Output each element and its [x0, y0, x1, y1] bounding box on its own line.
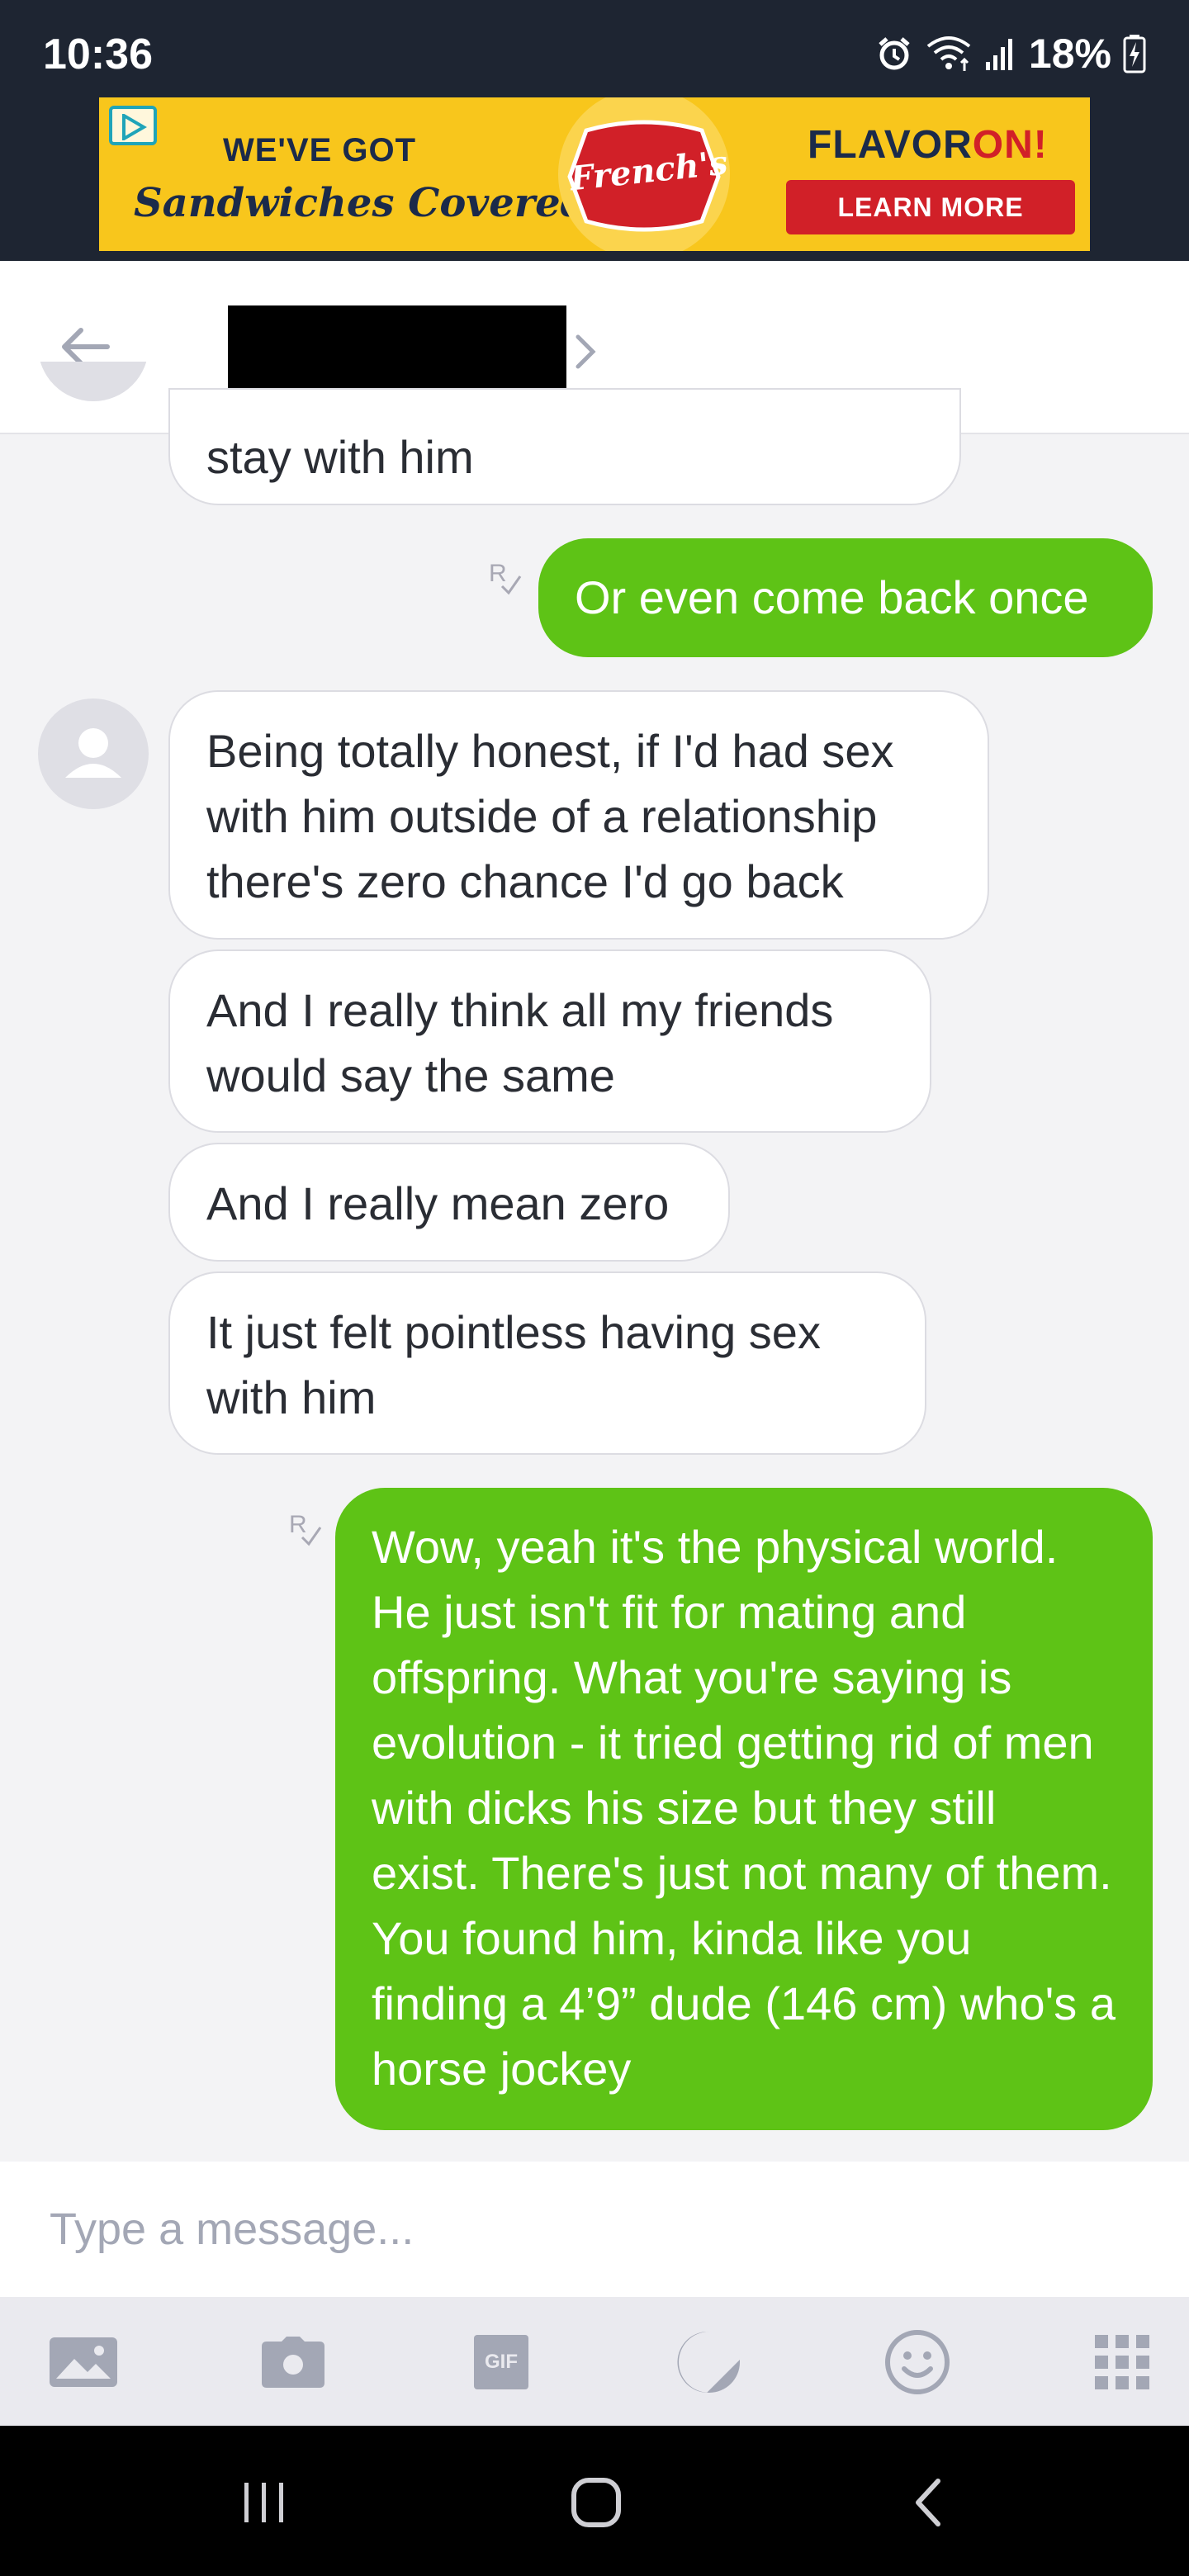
alarm-icon	[875, 35, 913, 73]
wifi-icon	[925, 35, 973, 73]
message-input[interactable]	[50, 2198, 1139, 2261]
system-navigation-bar	[0, 2426, 1189, 2576]
camera-icon[interactable]	[256, 2325, 330, 2399]
status-bar: 10:36 18% WE'VE GOT Sandwiches Covered F…	[0, 0, 1189, 261]
message-text: It just felt pointless having sex with h…	[206, 1306, 821, 1423]
message-text: And I really mean zero	[206, 1177, 670, 1229]
battery-percent: 18%	[1028, 31, 1111, 77]
attachment-toolbar: GIF	[0, 2297, 1189, 2426]
home-icon[interactable]	[547, 2465, 646, 2540]
gif-button[interactable]: GIF	[464, 2325, 538, 2399]
ad-banner[interactable]: WE'VE GOT Sandwiches Covered French's FL…	[99, 97, 1090, 251]
svg-text:R: R	[289, 1511, 307, 1538]
gallery-icon[interactable]	[46, 2325, 121, 2399]
message-outgoing[interactable]: Or even come back once	[538, 538, 1153, 657]
sender-avatar[interactable]	[38, 698, 149, 809]
contact-name-redacted[interactable]: [redacted]	[228, 305, 566, 388]
message-incoming[interactable]: It just felt pointless having sex with h…	[168, 1271, 926, 1455]
brand-logo: French's	[537, 97, 751, 251]
recent-apps-icon[interactable]	[215, 2465, 314, 2540]
status-icons: 18%	[875, 30, 1146, 78]
sender-avatar-partial	[38, 362, 149, 436]
message-composer	[0, 2162, 1189, 2297]
learn-more-button[interactable]: LEARN MORE	[786, 180, 1075, 234]
sticker-icon[interactable]	[672, 2325, 746, 2399]
signal-icon	[984, 36, 1017, 72]
back-nav-icon[interactable]	[879, 2465, 978, 2540]
gif-label: GIF	[485, 2351, 518, 2373]
message-text: Being totally honest, if I'd had sex wit…	[206, 725, 894, 907]
chevron-right-icon[interactable]	[573, 332, 598, 376]
battery-charging-icon	[1123, 34, 1146, 73]
message-text: Or even come back once	[575, 571, 1089, 623]
ad-headline: WE'VE GOT	[223, 132, 417, 168]
message-text: And I really think all my friends would …	[206, 984, 834, 1101]
ad-flavor-text: FLAVORON!	[808, 123, 1048, 167]
svg-text:R: R	[489, 560, 507, 587]
message-text: Wow, yeah it's the physical world. He ju…	[372, 1521, 1116, 2095]
ad-tagline: Sandwiches Covered	[134, 180, 589, 226]
message-outgoing[interactable]: Wow, yeah it's the physical world. He ju…	[335, 1488, 1153, 2130]
status-time: 10:36	[43, 31, 153, 78]
ad-choices-icon[interactable]	[109, 106, 157, 145]
message-incoming[interactable]: And I really mean zero	[168, 1143, 730, 1262]
message-text: stay with him	[206, 431, 474, 483]
message-incoming[interactable]: Being totally honest, if I'd had sex wit…	[168, 690, 989, 940]
read-receipt-icon: R	[289, 1509, 325, 1556]
apps-grid-icon[interactable]	[1085, 2325, 1159, 2399]
message-incoming[interactable]: stay with him	[168, 388, 961, 505]
emoji-icon[interactable]	[880, 2325, 955, 2399]
read-receipt-icon: R	[489, 558, 525, 605]
message-incoming[interactable]: And I really think all my friends would …	[168, 949, 931, 1133]
